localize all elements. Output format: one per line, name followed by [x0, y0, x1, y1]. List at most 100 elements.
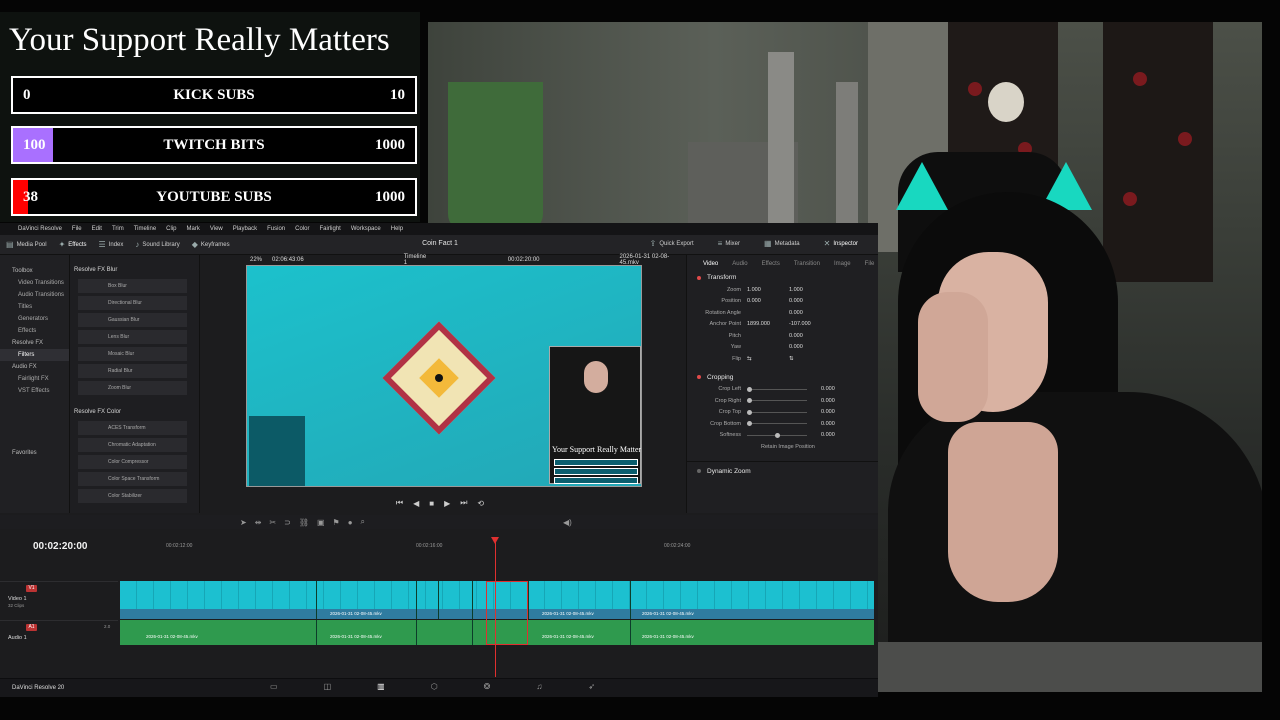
menu-trim[interactable]: Trim — [112, 226, 124, 232]
menu-view[interactable]: View — [210, 226, 223, 232]
prop-value[interactable]: 0.000 — [821, 386, 849, 392]
menu-edit[interactable]: Edit — [92, 226, 102, 232]
prop-x-value[interactable]: 1899.000 — [747, 321, 775, 327]
tree-video-transitions[interactable]: Video Transitions — [0, 277, 69, 289]
prop-value[interactable]: 0.000 — [821, 398, 849, 404]
fx-item[interactable]: Gaussian Blur — [78, 313, 187, 327]
fx-group-header[interactable]: Resolve FX Color — [74, 409, 195, 415]
crop-slider[interactable] — [747, 409, 807, 415]
selection-tool-icon[interactable]: ➤ — [240, 518, 247, 527]
tree-toolbox[interactable]: Toolbox — [0, 265, 69, 277]
prop-x-value[interactable]: 1.000 — [747, 287, 775, 293]
index-button[interactable]: ☰ Index — [99, 240, 124, 249]
flag-icon[interactable]: ⚑ — [333, 518, 340, 527]
prop-y-value[interactable]: 0.000 — [789, 298, 817, 304]
play-icon[interactable]: ▶ — [444, 499, 450, 508]
tree-generators[interactable]: Generators — [0, 313, 69, 325]
trim-tool-icon[interactable]: ⇹ — [255, 518, 262, 527]
clip-boundary[interactable] — [472, 581, 473, 619]
selected-clip[interactable] — [486, 581, 528, 645]
transform-section[interactable]: Transform — [687, 271, 878, 284]
tree-filters[interactable]: Filters — [0, 349, 69, 361]
fx-item[interactable]: Lens Blur — [78, 330, 187, 344]
fx-item[interactable]: Color Stabilizer — [78, 489, 187, 503]
fx-group-header[interactable]: Resolve FX Blur — [74, 267, 195, 273]
video-track-header[interactable]: V1 Video 1 32 Clips — [0, 581, 118, 619]
menu-color[interactable]: Color — [295, 226, 309, 232]
prop-x-value[interactable]: 0.000 — [747, 298, 775, 304]
tree-resolve-fx[interactable]: Resolve FX — [0, 337, 69, 349]
audio-track-header[interactable]: A1 Audio 1 2.0 — [0, 620, 118, 646]
step-back-icon[interactable]: ◀ — [413, 499, 419, 508]
zoom-level[interactable]: 22% — [250, 257, 262, 263]
prop-value[interactable]: 0.000 — [821, 409, 849, 415]
enable-dot-icon[interactable] — [697, 375, 701, 379]
retain-row[interactable]: Retain Image Position — [687, 441, 878, 453]
menu-app[interactable]: DaVinci Resolve — [18, 226, 62, 232]
prop-value[interactable]: 0.000 — [789, 333, 817, 339]
track-badge[interactable]: V1 — [26, 585, 37, 592]
prop-y-value[interactable]: -107.000 — [789, 321, 817, 327]
zoom-icon[interactable]: ⌕ — [361, 517, 365, 527]
prop-value[interactable]: 0.000 — [789, 310, 817, 316]
menu-clip[interactable]: Clip — [166, 226, 176, 232]
fx-item[interactable]: Zoom Blur — [78, 381, 187, 395]
clip-boundary[interactable] — [630, 581, 631, 619]
fairlight-page-icon[interactable]: ♫ — [536, 682, 542, 691]
blade-tool-icon[interactable]: ✂ — [269, 518, 276, 527]
clip-boundary[interactable] — [528, 581, 529, 619]
link-icon[interactable]: ⛓ — [299, 518, 309, 527]
menu-help[interactable]: Help — [391, 226, 403, 232]
media-page-icon[interactable]: ▭ — [270, 682, 278, 691]
flip-horizontal-icon[interactable]: ⇆ — [747, 356, 775, 362]
tab-image[interactable]: Image — [834, 261, 851, 267]
prop-y-value[interactable]: 1.000 — [789, 287, 817, 293]
fx-item[interactable]: ACES Transform — [78, 421, 187, 435]
marker-icon[interactable]: ● — [348, 518, 353, 527]
loop-icon[interactable]: ⟲ — [477, 499, 484, 508]
track-badge[interactable]: A1 — [26, 624, 37, 631]
prop-value[interactable]: 0.000 — [789, 344, 817, 350]
flip-vertical-icon[interactable]: ⇅ — [789, 356, 817, 362]
menu-timeline[interactable]: Timeline — [134, 226, 156, 232]
skip-end-icon[interactable]: ⏭ — [460, 498, 467, 508]
prop-value[interactable]: 0.000 — [821, 421, 849, 427]
clip-boundary[interactable] — [416, 620, 417, 645]
sound-library-button[interactable]: ♪ Sound Library — [135, 240, 179, 249]
tree-audio-transitions[interactable]: Audio Transitions — [0, 289, 69, 301]
clip-boundary[interactable] — [316, 581, 317, 619]
tree-favorites[interactable]: Favorites — [0, 447, 69, 459]
timeline-viewer[interactable]: Your Support Really Matters — [246, 265, 642, 487]
volume-icon[interactable]: ◀) — [563, 518, 572, 527]
edit-page-icon[interactable]: ▥ — [377, 682, 385, 691]
lock-icon[interactable]: ▣ — [317, 518, 325, 527]
clip-boundary[interactable] — [416, 581, 417, 619]
enable-dot-icon[interactable] — [697, 469, 701, 473]
tree-audio-fx[interactable]: Audio FX — [0, 361, 69, 373]
cropping-section[interactable]: Cropping — [687, 371, 878, 384]
menu-playback[interactable]: Playback — [233, 226, 257, 232]
fx-item[interactable]: Box Blur — [78, 279, 187, 293]
deliver-page-icon[interactable]: ➶ — [588, 682, 595, 691]
menu-fairlight[interactable]: Fairlight — [319, 226, 340, 232]
crop-slider[interactable] — [747, 386, 807, 392]
fx-item[interactable]: Radial Blur — [78, 364, 187, 378]
tree-vst-effects[interactable]: VST Effects — [0, 385, 69, 397]
clip-boundary[interactable] — [472, 620, 473, 645]
crop-slider[interactable] — [747, 398, 807, 404]
keyframes-button[interactable]: ◆ Keyframes — [192, 240, 230, 249]
menu-mark[interactable]: Mark — [187, 226, 200, 232]
menu-file[interactable]: File — [72, 226, 82, 232]
mixer-button[interactable]: ≡ Mixer — [718, 239, 740, 248]
crop-slider[interactable] — [747, 421, 807, 427]
dynamic-zoom-section[interactable]: Dynamic Zoom — [687, 460, 878, 478]
cut-page-icon[interactable]: ◫ — [324, 682, 332, 691]
fx-item[interactable]: Directional Blur — [78, 296, 187, 310]
stop-icon[interactable]: ■ — [429, 499, 434, 508]
color-page-icon[interactable]: ❂ — [484, 682, 491, 691]
inspector-button[interactable]: ✕ Inspector — [824, 239, 858, 248]
skip-start-icon[interactable]: ⏮ — [396, 498, 403, 508]
tree-effects[interactable]: Effects — [0, 325, 69, 337]
quick-export-button[interactable]: ⇪ Quick Export — [650, 239, 694, 248]
tab-audio[interactable]: Audio — [732, 261, 747, 267]
